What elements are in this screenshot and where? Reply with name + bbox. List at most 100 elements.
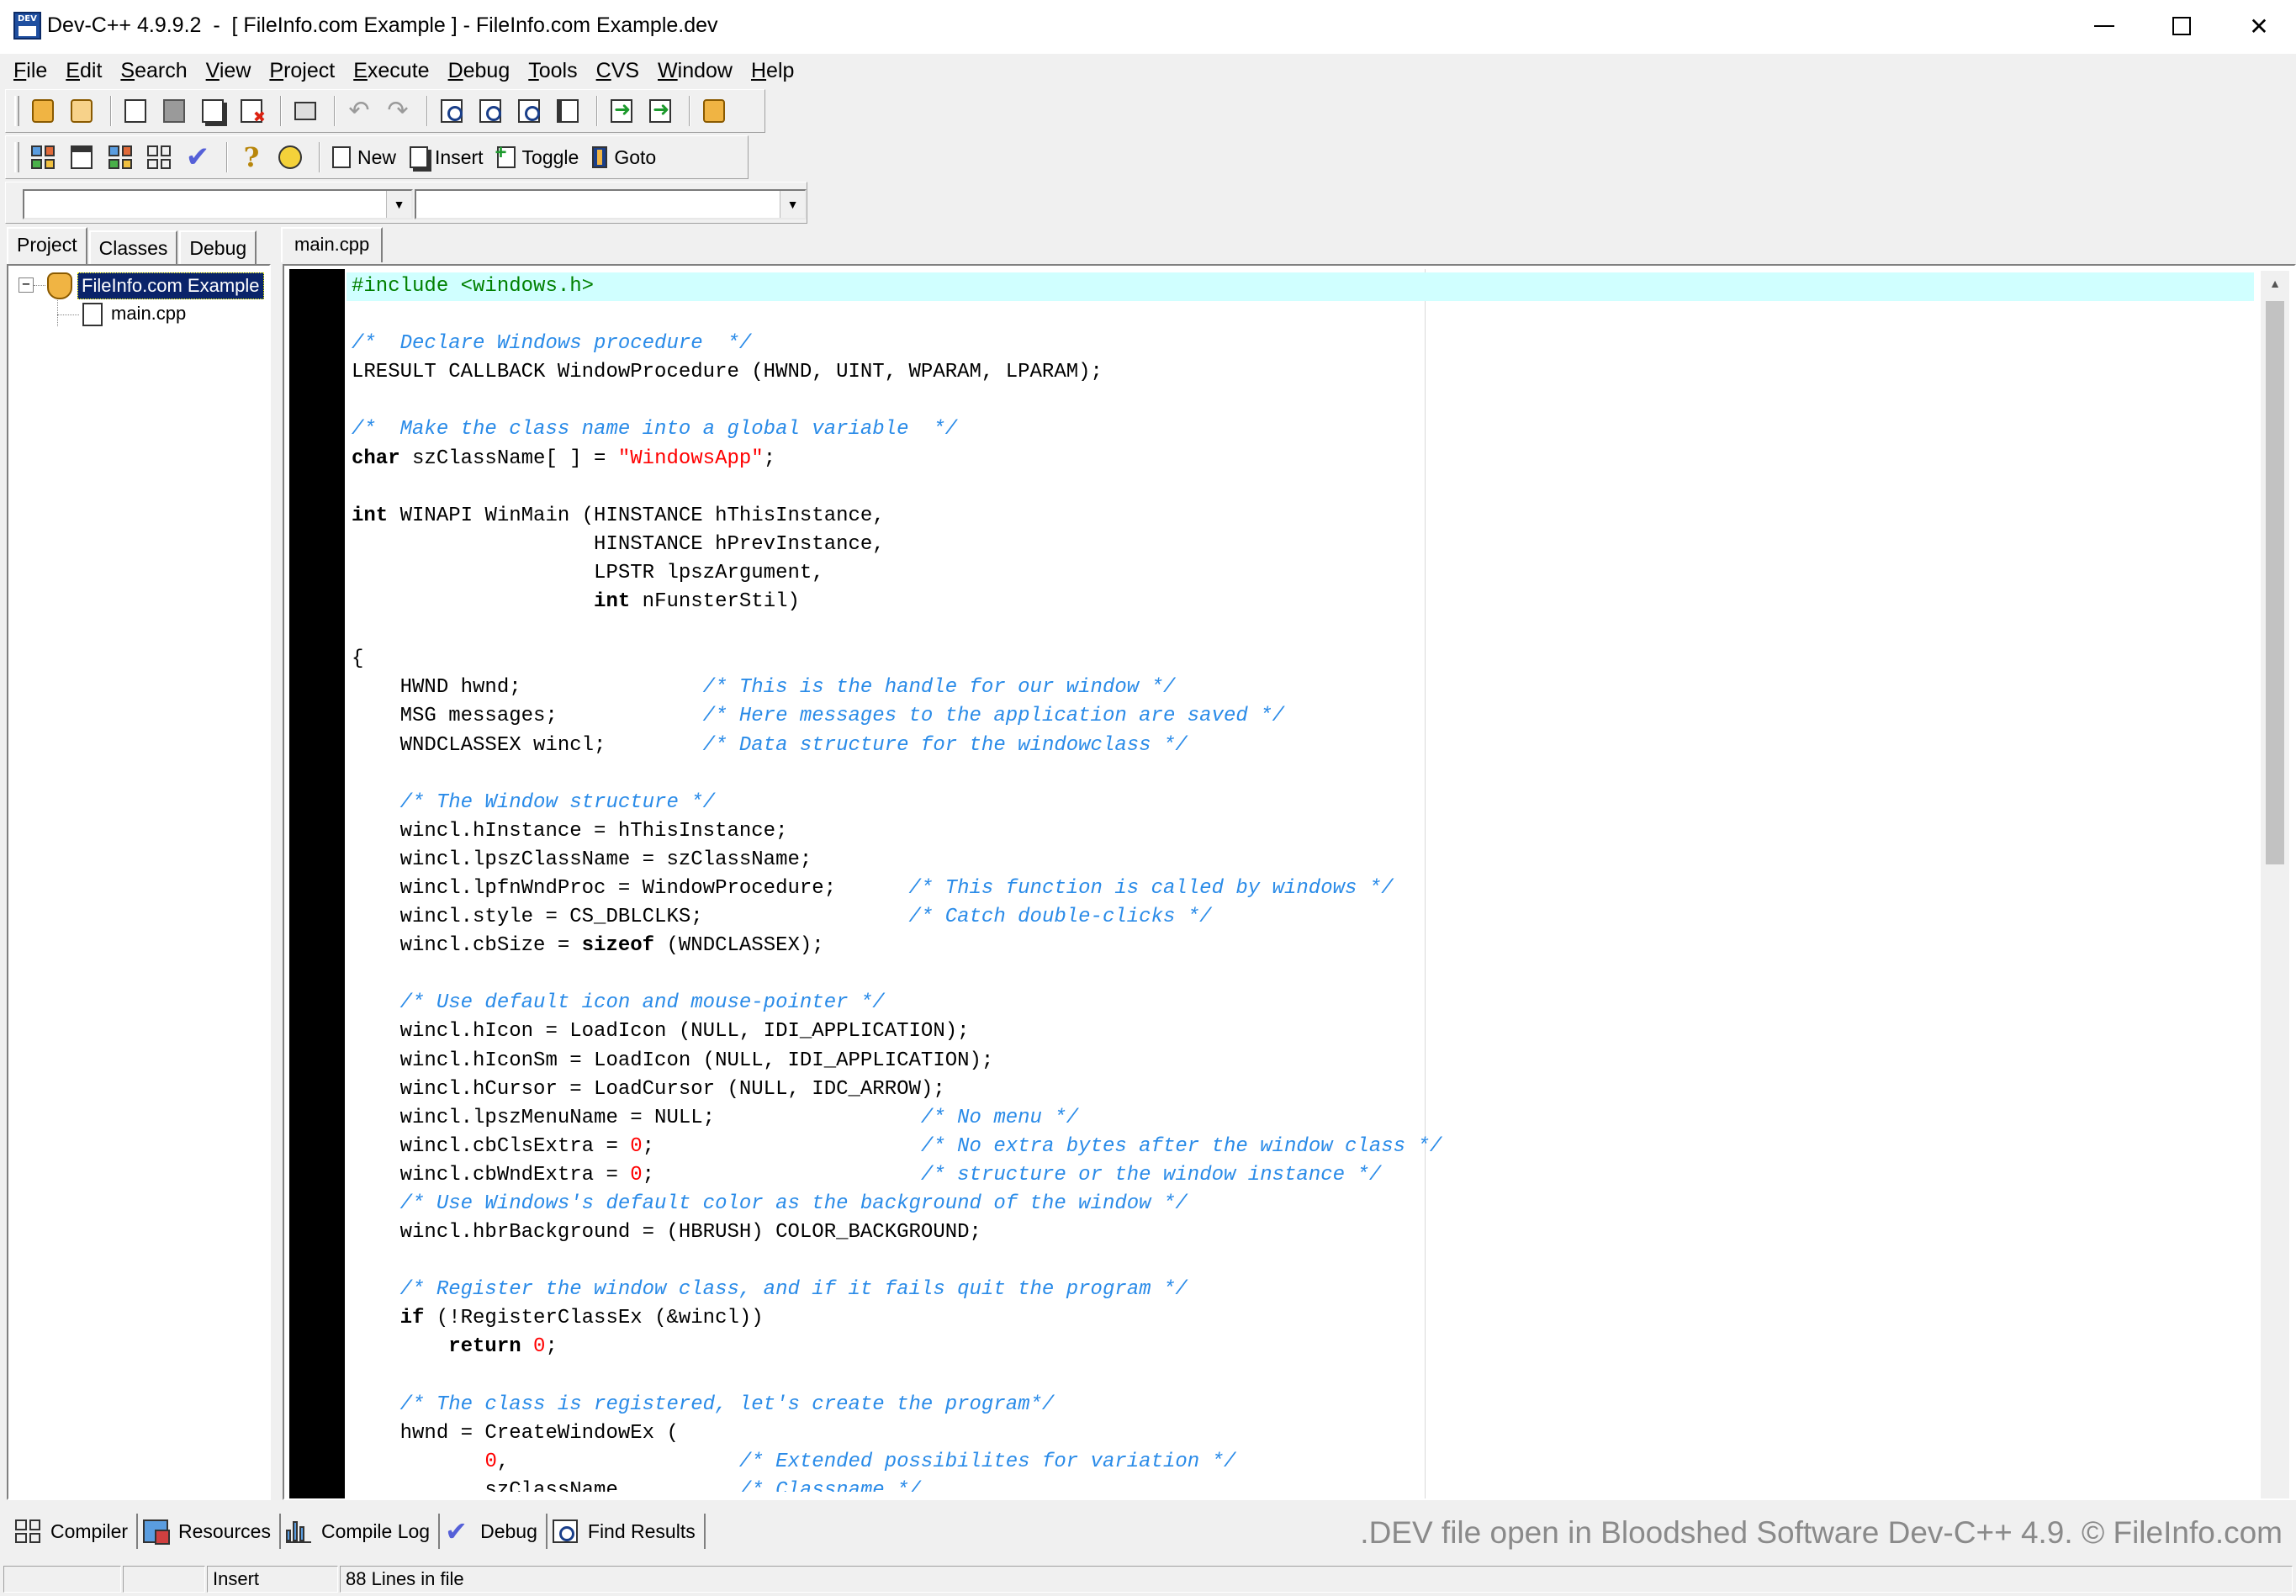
compile-run-button[interactable]	[103, 140, 137, 174]
remove-from-project-button[interactable]	[643, 94, 677, 128]
find-next-button[interactable]	[512, 94, 546, 128]
menu-window[interactable]: Window	[651, 59, 744, 83]
find-button[interactable]	[435, 94, 468, 128]
code-line[interactable]	[347, 760, 2254, 789]
code-line[interactable]: HINSTANCE hPrevInstance,	[347, 531, 2254, 559]
code-line[interactable]	[347, 1362, 2254, 1391]
tab-project[interactable]: Project	[7, 227, 87, 264]
tree-item-project[interactable]: FileInfo.com Example	[77, 272, 264, 299]
compile-button[interactable]	[26, 140, 60, 174]
about-button[interactable]	[273, 140, 307, 174]
devcpp-app-icon[interactable]: DEV	[13, 12, 41, 40]
collapse-icon[interactable]: −	[19, 277, 34, 293]
tab-find-results[interactable]: Find Results	[548, 1514, 706, 1549]
scrollbar-thumb[interactable]	[2266, 301, 2284, 864]
save-all-button[interactable]	[196, 94, 230, 128]
code-line[interactable]: char szClassName[ ] = "WindowsApp";	[347, 445, 2254, 473]
insert-button[interactable]: Insert	[405, 140, 492, 174]
debug-button[interactable]: ✔	[181, 140, 214, 174]
code-line[interactable]: hwnd = CreateWindowEx (	[347, 1419, 2254, 1448]
code-line[interactable]: #include <windows.h>	[347, 272, 2254, 302]
tab-classes[interactable]: Classes	[88, 230, 178, 264]
help-button[interactable]: ?	[235, 140, 268, 174]
code-line[interactable]: wincl.hbrBackground = (HBRUSH) COLOR_BAC…	[347, 1218, 2254, 1247]
toolbar-grip[interactable]	[14, 142, 19, 172]
code-line[interactable]	[347, 387, 2254, 415]
code-line[interactable]: wincl.lpszClassName = szClassName;	[347, 846, 2254, 875]
code-line[interactable]	[347, 301, 2254, 330]
code-line[interactable]: HWND hwnd; /* This is the handle for our…	[347, 674, 2254, 702]
code-line[interactable]: LRESULT CALLBACK WindowProcedure (HWND, …	[347, 358, 2254, 387]
menu-view[interactable]: View	[199, 59, 263, 83]
code-line[interactable]: wincl.style = CS_DBLCLKS; /* Catch doubl…	[347, 903, 2254, 932]
code-line[interactable]: /* The class is registered, let's create…	[347, 1391, 2254, 1419]
tab-compiler[interactable]: Compiler	[10, 1514, 139, 1549]
code-line[interactable]: WNDCLASSEX wincl; /* Data structure for …	[347, 732, 2254, 760]
rebuild-all-button[interactable]	[142, 140, 176, 174]
code-line[interactable]: return 0;	[347, 1333, 2254, 1361]
code-area[interactable]: #include <windows.h> /* Declare Windows …	[347, 272, 2254, 1492]
code-line[interactable]: if (!RegisterClassEx (&wincl))	[347, 1304, 2254, 1333]
menu-tools[interactable]: Tools	[521, 59, 589, 83]
add-to-project-button[interactable]	[605, 94, 638, 128]
replace-button[interactable]	[473, 94, 507, 128]
menu-execute[interactable]: Execute	[347, 59, 441, 83]
code-line[interactable]	[347, 960, 2254, 989]
tab-compile-log[interactable]: Compile Log	[281, 1514, 441, 1549]
goto-line-button[interactable]	[551, 94, 585, 128]
scroll-up-icon[interactable]: ▲	[2261, 271, 2289, 296]
print-button[interactable]	[288, 94, 322, 128]
redo-button[interactable]: ↷	[381, 94, 415, 128]
tab-resources[interactable]: Resources	[138, 1514, 281, 1549]
editor-gutter[interactable]	[289, 269, 345, 1498]
menu-help[interactable]: Help	[744, 59, 806, 83]
code-line[interactable]: {	[347, 645, 2254, 674]
open-file-button[interactable]	[65, 94, 98, 128]
code-line[interactable]: LPSTR lpszArgument,	[347, 559, 2254, 588]
code-line[interactable]: /* Declare Windows procedure */	[347, 330, 2254, 358]
tab-debug-output[interactable]: ✔ Debug	[440, 1514, 548, 1549]
menu-cvs[interactable]: CVS	[590, 59, 651, 83]
code-line[interactable]: szClassName, /* Classname */	[347, 1477, 2254, 1492]
new-bookmark-button[interactable]: New	[327, 140, 405, 174]
close-button[interactable]: ✕	[2220, 0, 2296, 52]
code-line[interactable]: /* The Window structure */	[347, 789, 2254, 817]
toolbar-grip[interactable]	[14, 96, 19, 126]
chevron-down-icon[interactable]: ▼	[386, 191, 411, 218]
code-line[interactable]: /* Use default icon and mouse-pointer */	[347, 989, 2254, 1017]
project-options-button[interactable]	[697, 94, 731, 128]
close-file-button[interactable]	[235, 94, 268, 128]
menu-debug[interactable]: Debug	[442, 59, 522, 83]
class-select[interactable]: ▼	[23, 189, 413, 219]
undo-button[interactable]: ↶	[342, 94, 376, 128]
menu-project[interactable]: Project	[262, 59, 347, 83]
code-line[interactable]: wincl.hCursor = LoadCursor (NULL, IDC_AR…	[347, 1075, 2254, 1104]
code-line[interactable]	[347, 473, 2254, 502]
tab-debug[interactable]: Debug	[179, 230, 257, 264]
open-project-button[interactable]	[26, 94, 60, 128]
code-line[interactable]: /* Make the class name into a global var…	[347, 415, 2254, 444]
code-line[interactable]: wincl.hIconSm = LoadIcon (NULL, IDI_APPL…	[347, 1047, 2254, 1075]
tab-main-cpp[interactable]: main.cpp	[281, 227, 384, 262]
minimize-button[interactable]	[2066, 0, 2143, 52]
chevron-down-icon[interactable]: ▼	[780, 191, 805, 218]
run-button[interactable]	[65, 140, 98, 174]
code-line[interactable]: 0, /* Extended possibilites for variatio…	[347, 1448, 2254, 1477]
menu-file[interactable]: File	[7, 59, 59, 83]
toggle-bookmark-button[interactable]: Toggle	[492, 140, 588, 174]
code-line[interactable]: int WINAPI WinMain (HINSTANCE hThisInsta…	[347, 502, 2254, 531]
menu-search[interactable]: Search	[114, 59, 198, 83]
member-select[interactable]: ▼	[415, 189, 807, 219]
code-line[interactable]: MSG messages; /* Here messages to the ap…	[347, 702, 2254, 731]
save-button[interactable]	[157, 94, 191, 128]
code-line[interactable]: wincl.lpszMenuName = NULL; /* No menu */	[347, 1104, 2254, 1133]
menu-edit[interactable]: Edit	[59, 59, 114, 83]
code-line[interactable]: wincl.cbClsExtra = 0; /* No extra bytes …	[347, 1133, 2254, 1161]
code-line[interactable]: int nFunsterStil)	[347, 588, 2254, 616]
goto-bookmark-button[interactable]: Goto	[587, 140, 664, 174]
code-line[interactable]: wincl.cbWndExtra = 0; /* structure or th…	[347, 1161, 2254, 1190]
code-line[interactable]: wincl.lpfnWndProc = WindowProcedure; /* …	[347, 875, 2254, 903]
new-file-button[interactable]	[119, 94, 152, 128]
vertical-scrollbar[interactable]: ▲	[2261, 271, 2289, 1498]
code-editor[interactable]: #include <windows.h> /* Declare Windows …	[283, 264, 2296, 1500]
